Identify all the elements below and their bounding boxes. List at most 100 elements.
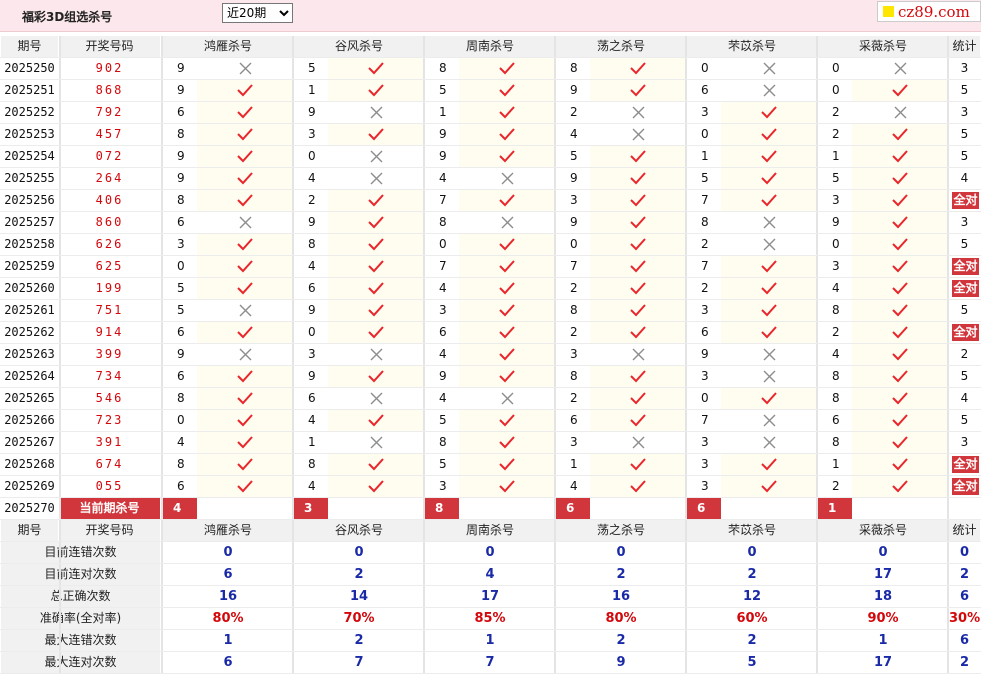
check-icon: [459, 436, 555, 449]
hit-mark: [852, 388, 948, 409]
check-icon: [721, 304, 817, 317]
column-divider: [161, 36, 163, 674]
period-cell: 2025261: [4, 303, 55, 317]
cross-icon: [197, 348, 293, 361]
summary-label: 最大连错次数: [1, 630, 160, 651]
row-divider: [0, 299, 981, 300]
kill-number-cell: 5: [177, 303, 185, 317]
kill-number-cell: 4: [308, 413, 316, 427]
hit-mark: [459, 58, 555, 79]
row-divider: [0, 629, 981, 630]
check-icon: [328, 238, 424, 251]
miss-mark: [328, 344, 424, 365]
hit-mark: [197, 234, 293, 255]
check-icon: [197, 260, 293, 273]
stat-cell: 5: [960, 127, 969, 141]
miss-mark: [590, 102, 686, 123]
cross-icon: [328, 392, 424, 405]
hit-mark: [852, 80, 948, 101]
cross-icon: [852, 106, 948, 119]
summary-value: 2: [747, 567, 757, 582]
row-divider: [0, 453, 981, 454]
table-row: 2025264 734 6 9 9 8 3 8 5: [0, 366, 981, 388]
period-cell: 2025250: [4, 61, 55, 75]
all-correct-badge: 全对: [952, 192, 979, 209]
method-header: 谷风杀号: [294, 36, 424, 57]
hit-mark: [590, 300, 686, 321]
stat-cell: 5: [960, 303, 969, 317]
table-row: 2025260 199 5 6 4 2 2 4 全对: [0, 278, 981, 300]
summary-value: 6: [223, 567, 233, 582]
kill-number-cell: 8: [177, 391, 185, 405]
hit-mark: [459, 102, 555, 123]
check-icon: [721, 458, 817, 471]
hit-mark: [852, 432, 948, 453]
draw-number-cell: 626: [95, 237, 124, 251]
row-divider: [0, 145, 981, 146]
draw-number-cell: 199: [95, 281, 124, 295]
hit-mark: [721, 388, 817, 409]
kill-number-cell: 1: [308, 83, 316, 97]
summary-value: 0: [878, 545, 888, 560]
kill-number-cell: 0: [701, 127, 709, 141]
summary-row: 目前连对次数 6 2 4 2 2 17 2: [0, 564, 981, 586]
row-divider: [0, 167, 981, 168]
current-kill-number: 6: [556, 498, 590, 519]
stat-cell: 5: [960, 369, 969, 383]
stat-cell: 3: [960, 215, 969, 229]
kill-number-cell: 2: [701, 281, 709, 295]
hit-mark: [328, 454, 424, 475]
summary-value: 1: [223, 633, 233, 648]
row-divider: [0, 563, 981, 564]
hit-mark: [328, 322, 424, 343]
check-icon: [590, 172, 686, 185]
hit-mark: [197, 432, 293, 453]
draw-number-cell: 625: [95, 259, 124, 273]
page-title: 福彩3D组选杀号: [22, 10, 113, 24]
all-correct-badge: 全对: [952, 478, 979, 495]
kill-number-cell: 0: [439, 237, 447, 251]
kill-number-cell: 5: [832, 171, 840, 185]
kill-number-cell: 3: [701, 303, 709, 317]
cross-icon: [197, 216, 293, 229]
hit-mark: [590, 190, 686, 211]
check-icon: [197, 84, 293, 97]
check-icon: [459, 260, 555, 273]
kill-number-cell: 8: [570, 61, 578, 75]
summary-value: 2: [354, 567, 364, 582]
column-divider: [59, 36, 61, 674]
hit-mark: [590, 146, 686, 167]
kill-number-cell: 0: [701, 391, 709, 405]
cross-icon: [721, 370, 817, 383]
hit-mark: [328, 278, 424, 299]
stat-cell: 5: [960, 83, 969, 97]
row-divider: [0, 519, 981, 520]
cross-icon: [590, 436, 686, 449]
summary-value: 2: [747, 633, 757, 648]
summary-row: 最大连错次数 1 2 1 2 2 1 6: [0, 630, 981, 652]
draw-number-cell: 406: [95, 193, 124, 207]
hit-mark: [328, 124, 424, 145]
kill-number-cell: 7: [439, 259, 447, 273]
row-divider: [0, 409, 981, 410]
kill-number-cell: 9: [570, 171, 578, 185]
kill-number-cell: 5: [570, 149, 578, 163]
kill-number-cell: 9: [308, 215, 316, 229]
kill-number-cell: 8: [177, 127, 185, 141]
check-icon: [197, 172, 293, 185]
summary-value: 70%: [343, 611, 375, 626]
cross-icon: [721, 348, 817, 361]
table-row: 2025251 868 9 1 5 9 6 0 5: [0, 80, 981, 102]
row-divider: [0, 189, 981, 190]
check-icon: [721, 128, 817, 141]
summary-label: 目前连错次数: [1, 542, 160, 563]
check-icon: [852, 282, 948, 295]
kill-number-cell: 8: [832, 303, 840, 317]
draw-number-cell: 723: [95, 413, 124, 427]
cross-icon: [459, 216, 555, 229]
period-range-select[interactable]: 近20期: [222, 3, 293, 23]
kill-number-cell: 7: [701, 413, 709, 427]
site-logo[interactable]: cz89.com: [877, 1, 981, 22]
kill-number-cell: 9: [177, 149, 185, 163]
period-cell: 2025267: [4, 435, 55, 449]
